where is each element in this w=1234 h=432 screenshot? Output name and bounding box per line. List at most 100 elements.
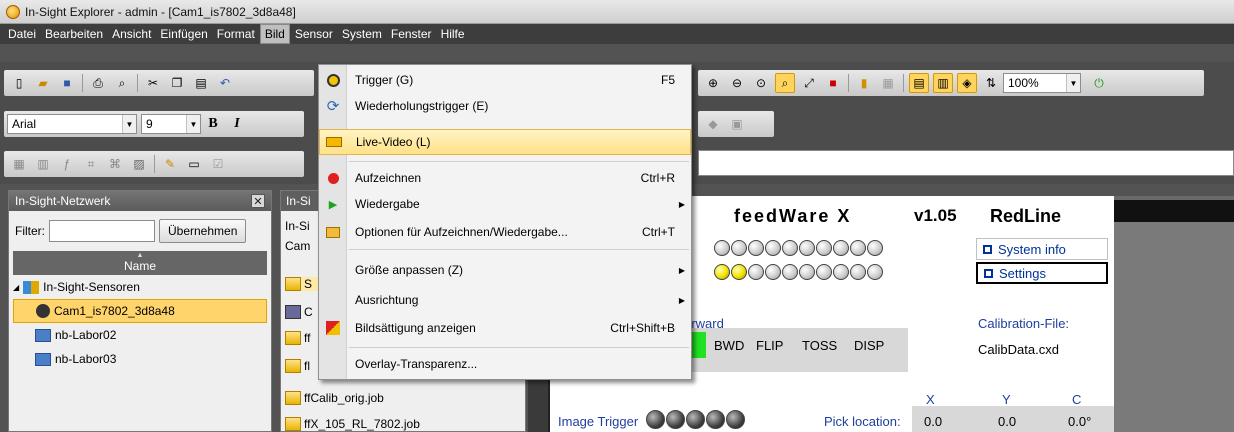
paste-icon[interactable]: ▤ [191, 73, 211, 93]
status-toss: TOSS [802, 338, 838, 353]
settings-label: Settings [999, 265, 1046, 281]
pick-c-value: 0.0° [1068, 414, 1092, 429]
folder-options-icon [319, 226, 347, 238]
menu-item-playback[interactable]: ▶ Wiedergabe ▶ [319, 191, 691, 217]
chevron-down-icon: ▼ [186, 115, 200, 133]
menu-item-label: Wiederholungstrigger (E) [355, 99, 489, 113]
table-view-icon[interactable]: ▥ [933, 73, 953, 93]
apply-filter-button[interactable]: Übernehmen [159, 219, 247, 243]
filter-input[interactable] [49, 220, 155, 242]
open-folder-icon[interactable]: ▰ [33, 73, 53, 93]
shape-icon[interactable]: ⌘ [105, 154, 125, 174]
graph-icon[interactable]: ▨ [129, 154, 149, 174]
status-led [714, 240, 730, 256]
file-row[interactable]: fl [285, 359, 310, 373]
name-column-label: Name [123, 259, 156, 273]
tree-item-camera[interactable]: Cam1_is7802_3d8a48 [13, 299, 267, 323]
tools-toolbar: ▦ ▥ ƒ ⌗ ⌘ ▨ ✎ ▭ ☑ [4, 151, 304, 177]
undo-icon[interactable]: ↶ [215, 73, 235, 93]
edit-icon[interactable]: ✎ [160, 154, 180, 174]
menu-bearbeiten[interactable]: Bearbeiten [41, 25, 107, 43]
print-preview-icon[interactable]: ⌕ [112, 73, 132, 93]
sheet-icon[interactable]: ▦ [9, 154, 29, 174]
status-bwd: BWD [714, 338, 745, 353]
table-icon[interactable]: ▥ [33, 154, 53, 174]
menu-item-label: Größe anpassen (Z) [355, 263, 464, 277]
collapse-icon[interactable]: ◢ [13, 283, 19, 292]
menu-item-trigger[interactable]: Trigger (G) F5 [319, 67, 691, 93]
font-family-select[interactable]: Arial ▼ [7, 114, 137, 134]
file-row[interactable]: ffX_105_RL_7802.job [285, 417, 420, 431]
file-name: ff [304, 331, 311, 345]
zoom-fit-icon[interactable]: ⊙ [751, 73, 771, 93]
check-icon[interactable]: ☑ [208, 154, 228, 174]
align-icon[interactable]: ◆ [703, 114, 723, 134]
chart-icon[interactable]: ▮ [854, 73, 874, 93]
bold-icon[interactable]: B [203, 114, 223, 134]
grid-disabled-icon[interactable]: ▦ [878, 73, 898, 93]
app-icon [6, 4, 20, 19]
menu-item-fit-size[interactable]: Größe anpassen (Z) ▶ [319, 257, 691, 283]
status-led [748, 240, 764, 256]
sort-icon[interactable]: ⇅ [981, 73, 1001, 93]
spreadsheet-view-icon[interactable]: ▤ [909, 73, 929, 93]
region-icon[interactable]: ⌗ [81, 154, 101, 174]
tree-item-labor03[interactable]: nb-Labor03 [9, 347, 271, 371]
menu-item-record[interactable]: Aufzeichnen Ctrl+R [319, 165, 691, 191]
disabled-tool-icon[interactable]: ▣ [727, 114, 747, 134]
menu-format[interactable]: Format [213, 25, 259, 43]
image-saturation-icon[interactable]: ■ [823, 73, 843, 93]
job-file-icon [285, 305, 301, 319]
zoom-in-icon[interactable]: ⊕ [703, 73, 723, 93]
menu-hilfe[interactable]: Hilfe [437, 25, 469, 43]
menu-system[interactable]: System [338, 25, 386, 43]
file-row[interactable]: C [285, 305, 313, 319]
tree-item-label: Cam1_is7802_3d8a48 [54, 304, 175, 318]
menu-bild[interactable]: Bild [259, 24, 290, 44]
cut-icon[interactable]: ✂ [143, 73, 163, 93]
italic-icon[interactable]: I [227, 114, 247, 134]
zoom-out-icon[interactable]: ⊖ [727, 73, 747, 93]
menu-datei[interactable]: Datei [4, 25, 40, 43]
print-icon[interactable]: ⎙ [88, 73, 108, 93]
name-column-header[interactable]: ▲ Name [13, 251, 267, 275]
record-icon [319, 172, 347, 184]
file-row[interactable]: ff [285, 331, 310, 345]
new-file-icon[interactable]: ▯ [9, 73, 29, 93]
zoom-region-icon[interactable]: ⤢ [799, 73, 819, 93]
image-background [1114, 222, 1234, 432]
menu-item-record-options[interactable]: Optionen für Aufzeichnen/Wiedergabe... C… [319, 219, 691, 245]
zoom-select[interactable]: 100% ▼ [1003, 73, 1081, 93]
submenu-arrow-icon: ▶ [678, 295, 685, 305]
file-row[interactable]: ffCalib_orig.job [285, 391, 384, 405]
file-row[interactable]: S [285, 277, 319, 291]
files-panel-tab[interactable]: In-Si [281, 191, 321, 211]
menu-einfuegen[interactable]: Einfügen [156, 25, 211, 43]
settings-button[interactable]: Settings [976, 262, 1108, 284]
menu-fenster[interactable]: Fenster [387, 25, 436, 43]
menu-item-saturation[interactable]: Bildsättigung anzeigen Ctrl+Shift+B [319, 315, 691, 341]
tree-item-labor02[interactable]: nb-Labor02 [9, 323, 271, 347]
menu-sensor[interactable]: Sensor [291, 25, 337, 43]
menu-item-alignment[interactable]: Ausrichtung ▶ [319, 287, 691, 313]
copy-icon[interactable]: ❐ [167, 73, 187, 93]
custom-view-icon[interactable]: ◈ [957, 73, 977, 93]
menu-item-overlay-transparency[interactable]: Overlay-Transparenz... [319, 351, 691, 377]
zoom-fill-icon[interactable]: ⌕ [775, 73, 795, 93]
file-name: ffCalib_orig.job [304, 391, 384, 405]
system-info-button[interactable]: System info [976, 238, 1108, 260]
power-icon[interactable]: ⏻ [1089, 73, 1109, 93]
close-icon[interactable]: ✕ [251, 194, 265, 208]
card-icon[interactable]: ▭ [184, 154, 204, 174]
tree-item-sensors[interactable]: ◢ In-Sight-Sensoren [9, 275, 271, 299]
address-field[interactable] [698, 150, 1234, 176]
formula-icon[interactable]: ƒ [57, 154, 77, 174]
network-panel: In-Sight-Netzwerk ✕ Filter: Übernehmen ▲… [8, 190, 272, 432]
window-icon [984, 268, 993, 278]
menu-item-repeat-trigger[interactable]: ⟳ Wiederholungstrigger (E) [319, 93, 691, 119]
job-file-icon [285, 391, 301, 405]
menu-ansicht[interactable]: Ansicht [108, 25, 155, 43]
save-icon[interactable]: ■ [57, 73, 77, 93]
font-size-select[interactable]: 9 ▼ [141, 114, 201, 134]
menu-item-live-video[interactable]: Live-Video (L) [319, 129, 691, 155]
